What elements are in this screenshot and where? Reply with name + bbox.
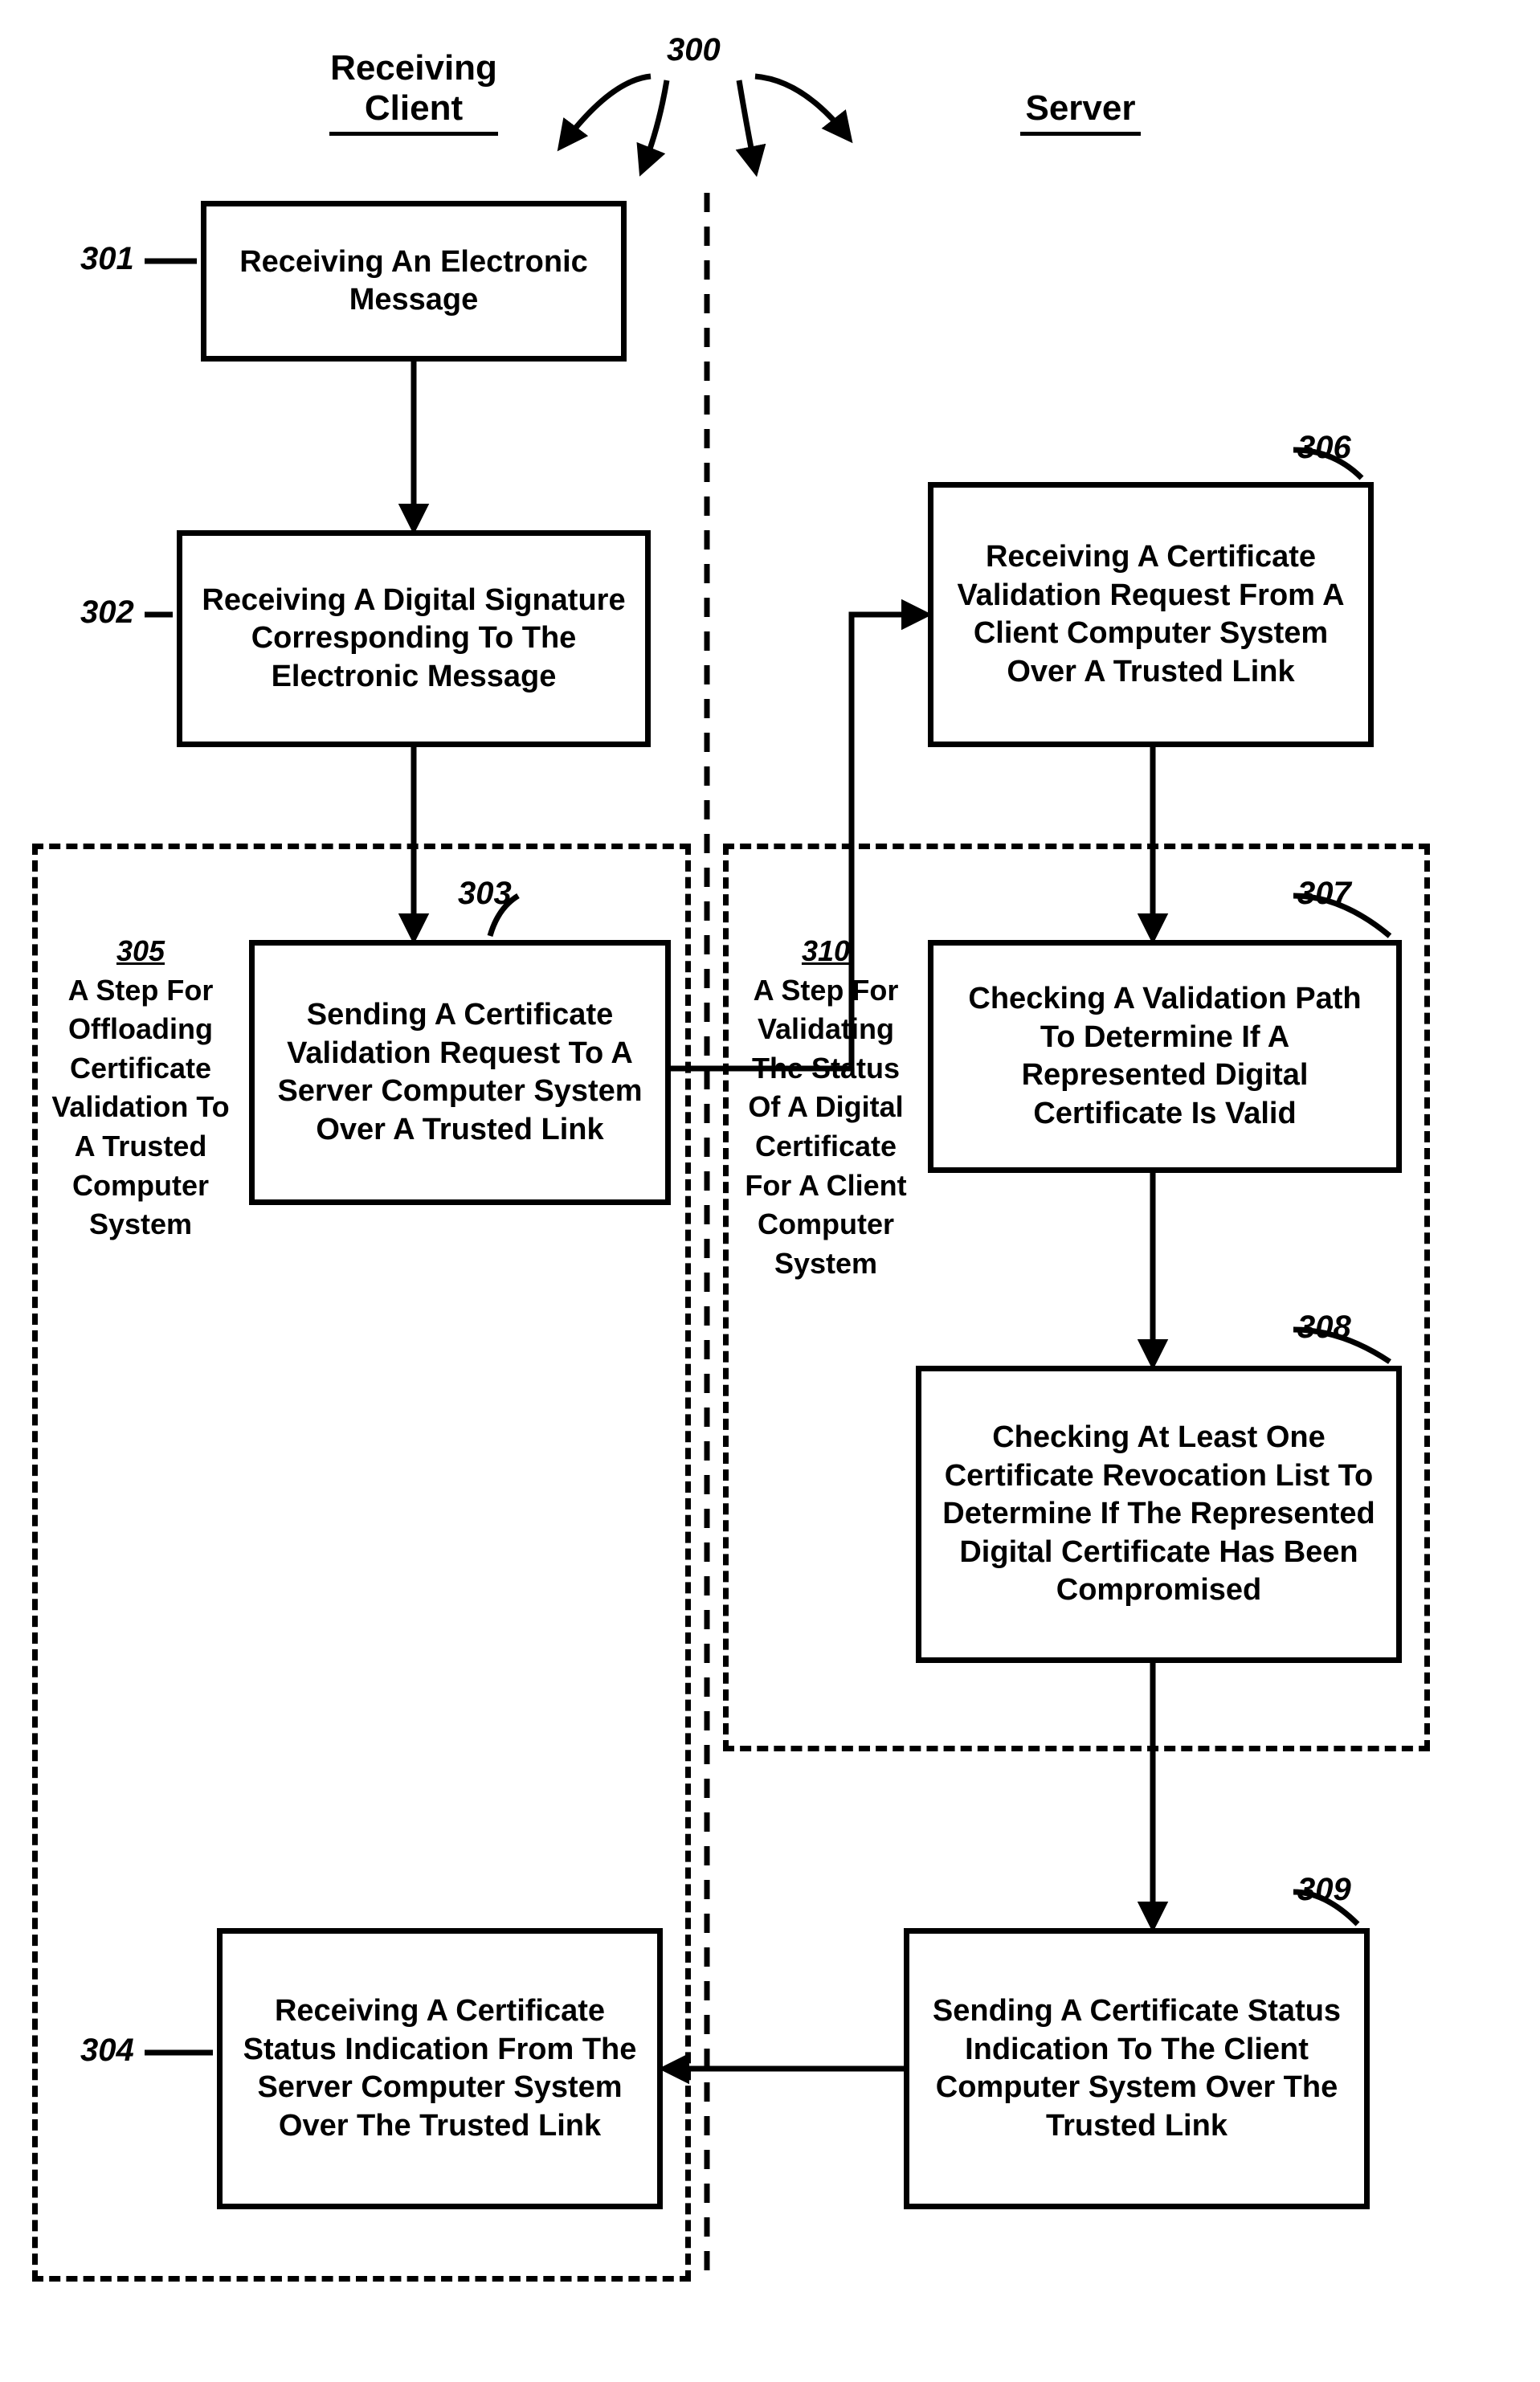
label-306: 306 xyxy=(1297,430,1351,466)
label-302: 302 xyxy=(80,594,134,631)
group-305-desc: A Step For Offloading Certificate Valida… xyxy=(51,974,229,1241)
ref-305: 305 xyxy=(116,934,165,967)
box-303: Sending A Certificate Validation Request… xyxy=(249,940,671,1205)
box-308: Checking At Least One Certificate Revoca… xyxy=(916,1366,1402,1663)
group-305-text: 305 A Step For Offloading Certificate Va… xyxy=(48,932,233,1244)
label-309: 309 xyxy=(1297,1872,1351,1908)
figure-id: 300 xyxy=(667,32,721,68)
label-301: 301 xyxy=(80,241,134,277)
group-310-text: 310 A Step For Validating The Status Of … xyxy=(737,932,914,1283)
box-302: Receiving A Digital Signature Correspond… xyxy=(177,530,651,747)
label-303: 303 xyxy=(458,876,512,912)
box-309: Sending A Certificate Status Indication … xyxy=(904,1928,1370,2209)
label-308: 308 xyxy=(1297,1309,1351,1346)
header-client: Receiving Client xyxy=(329,48,498,136)
ref-310: 310 xyxy=(802,934,850,967)
group-310-desc: A Step For Validating The Status Of A Di… xyxy=(745,974,906,1280)
label-304: 304 xyxy=(80,2033,134,2069)
box-304: Receiving A Certificate Status Indicatio… xyxy=(217,1928,663,2209)
flowchart-canvas: 300 Receiving Client Server 305 A Step F… xyxy=(32,32,1508,2350)
box-306: Receiving A Certificate Validation Reque… xyxy=(928,482,1374,747)
box-301: Receiving An Electronic Message xyxy=(201,201,627,362)
header-server: Server xyxy=(1020,88,1141,136)
box-307: Checking A Validation Path To Determine … xyxy=(928,940,1402,1173)
label-307: 307 xyxy=(1297,876,1351,912)
